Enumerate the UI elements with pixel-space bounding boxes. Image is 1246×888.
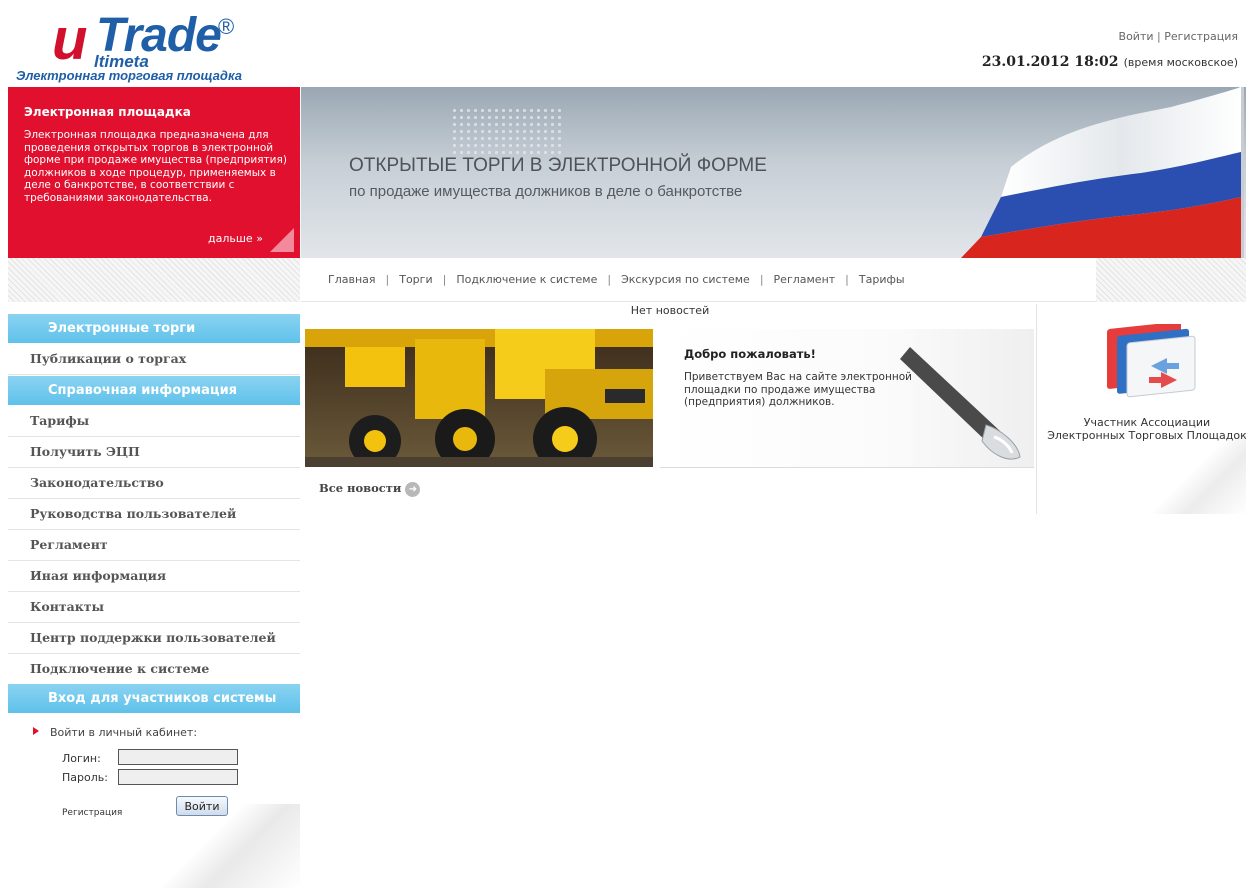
password-input[interactable] — [118, 769, 238, 785]
nav-separator: | — [385, 273, 390, 286]
welcome-text: Приветствуем Вас на сайте электронной пл… — [684, 371, 912, 409]
intro-title: Электронная площадка — [24, 105, 191, 119]
sidebar-item-tariffs[interactable]: Тарифы — [8, 406, 300, 437]
arrow-right-circle-icon: ➜ — [405, 481, 421, 497]
login-label: Логин: — [62, 752, 101, 765]
nav-separator: | — [607, 273, 612, 286]
sidebar-item-label: Тарифы — [30, 413, 90, 428]
logo-tagline: Электронная торговая площадка — [16, 68, 242, 83]
main-nav-menu: Главная | Торги | Подключение к системе | Экск… — [328, 273, 905, 286]
sidebar-item-label: Подключение к системе — [30, 661, 210, 676]
nav-item-regulations[interactable]: Регламент — [774, 273, 836, 286]
sidebar-item-regulations[interactable]: Регламент — [8, 530, 300, 561]
all-news-label: Все новости — [319, 481, 402, 495]
sidebar-item-legislation[interactable]: Законодательство — [8, 468, 300, 499]
pen-image — [900, 347, 1021, 460]
nav-item-tariffs[interactable]: Тарифы — [859, 273, 905, 286]
hero-banner: ОТКРЫТЫЕ ТОРГИ В ЭЛЕКТРОННОЙ ФОРМЕ по пр… — [301, 87, 1246, 258]
no-news-text: Нет новостей — [630, 304, 710, 317]
nav-separator: | — [845, 273, 849, 286]
login-input[interactable] — [118, 749, 238, 765]
nav-separator: | — [759, 273, 764, 286]
sidebar-item-label: Иная информация — [30, 568, 167, 583]
nav-divider — [301, 301, 1096, 302]
nav-item-home[interactable]: Главная — [328, 273, 376, 286]
login-register-link[interactable]: Регистрация — [62, 808, 122, 818]
nav-item-tour[interactable]: Экскурсия по системе — [621, 273, 750, 286]
sidebar-item-user-guides[interactable]: Руководства пользователей — [8, 499, 300, 530]
banner-subtitle: по продаже имущества должников в деле о … — [349, 183, 743, 200]
welcome-box: Добро пожаловать! Приветствуем Вас на са… — [660, 329, 1034, 468]
nav-item-connect[interactable]: Подключение к системе — [456, 273, 597, 286]
construction-machinery-image — [305, 329, 653, 467]
login-link[interactable]: Войти — [1119, 30, 1154, 43]
logo-registered-mark: ® — [218, 14, 235, 39]
page-corner-icon — [270, 228, 294, 252]
page-curl-decoration — [1107, 434, 1246, 514]
sidebar-section-reference[interactable]: Справочная информация — [8, 376, 300, 405]
sidebar-item-connect[interactable]: Подключение к системе — [8, 654, 300, 685]
intro-text: Электронная площадка предназначена для п… — [24, 129, 287, 204]
section-label: Электронные торги — [48, 321, 196, 336]
sidebar-item-label: Контакты — [30, 599, 105, 614]
main-nav-bar: Главная | Торги | Подключение к системе | Экск… — [0, 258, 1246, 302]
section-label: Справочная информация — [48, 383, 238, 398]
auth-link-separator: | — [1157, 30, 1161, 43]
bullet-arrow-icon — [33, 727, 39, 735]
login-submit-button[interactable]: Войти — [176, 796, 228, 816]
register-link[interactable]: Регистрация — [1164, 30, 1238, 43]
russian-flag-image — [961, 87, 1244, 258]
site-logo[interactable]: u Trade ® ltimeta Электронная торговая п… — [12, 8, 272, 84]
nav-separator: | — [442, 273, 447, 286]
map-dots-graphic — [451, 107, 561, 157]
login-form: Войти в личный кабинет: Логин: Пароль: Р… — [8, 714, 300, 824]
nav-hatch-right — [1096, 258, 1246, 302]
nav-hatch-left — [8, 258, 300, 302]
sidebar-item-label: Получить ЭЦП — [30, 444, 140, 459]
datetime-value: 23.01.2012 18:02 — [981, 54, 1119, 70]
sidebar-item-label: Публикации о торгах — [30, 351, 187, 366]
sidebar-item-publications[interactable]: Публикации о торгах — [8, 344, 300, 375]
sidebar-item-get-signature[interactable]: Получить ЭЦП — [8, 437, 300, 468]
banner-title: ОТКРЫТЫЕ ТОРГИ В ЭЛЕКТРОННОЙ ФОРМЕ — [349, 155, 767, 176]
sidebar-item-support-center[interactable]: Центр поддержки пользователей — [8, 623, 300, 654]
welcome-title: Добро пожаловать! — [684, 347, 816, 361]
sidebar-item-label: Законодательство — [30, 475, 164, 490]
intro-more-link[interactable]: дальше » — [208, 232, 263, 245]
logo-letter-u: u — [52, 7, 87, 72]
sidebar-item-other-info[interactable]: Иная информация — [8, 561, 300, 592]
sidebar-section-login[interactable]: Вход для участников системы — [8, 684, 300, 713]
timezone-label: (время московское) — [1123, 56, 1238, 69]
association-logo — [1107, 324, 1196, 398]
all-news-link[interactable]: Все новости ➜ — [319, 481, 421, 497]
sidebar-item-contacts[interactable]: Контакты — [8, 592, 300, 623]
server-datetime: 23.01.2012 18:02 (время московское) — [982, 51, 1238, 70]
sidebar-item-label: Руководства пользователей — [30, 506, 237, 521]
intro-box: Электронная площадка Электронная площадк… — [8, 87, 300, 258]
auth-links: Войти | Регистрация — [1119, 30, 1238, 43]
association-text: Участник Ассоциации Электронных Торговых… — [1047, 416, 1246, 442]
sidebar-item-label: Центр поддержки пользователей — [30, 630, 276, 645]
nav-item-auctions[interactable]: Торги — [399, 273, 432, 286]
association-panel[interactable]: Участник Ассоциации Электронных Торговых… — [1036, 304, 1246, 514]
section-label: Вход для участников системы — [48, 691, 277, 706]
password-label: Пароль: — [62, 771, 108, 784]
login-caption: Войти в личный кабинет: — [50, 726, 198, 739]
sidebar-item-label: Регламент — [30, 537, 108, 552]
sidebar-section-trading[interactable]: Электронные торги — [8, 314, 300, 343]
